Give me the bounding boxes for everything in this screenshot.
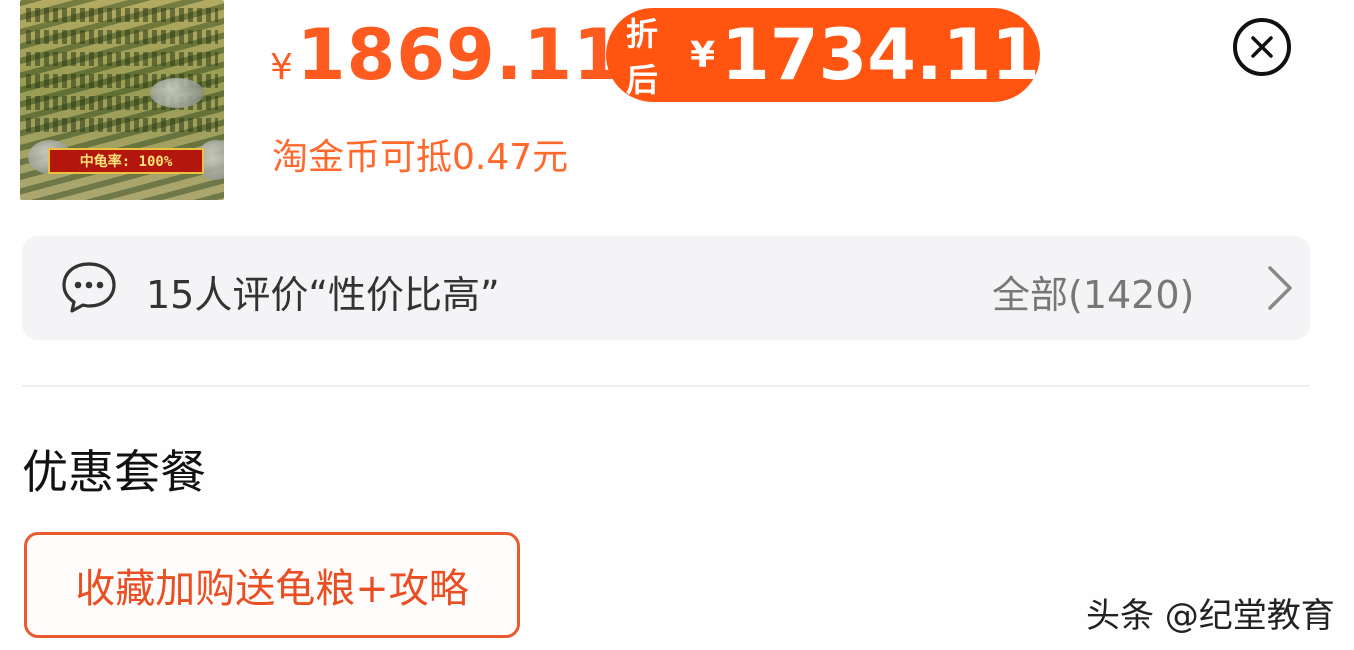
discount-price-value: 1734.11: [721, 14, 1040, 96]
close-button[interactable]: [1233, 18, 1291, 76]
discount-price-pill: 折后 ¥ 1734.11: [606, 8, 1040, 102]
thumbnail-text-line: [26, 52, 218, 66]
review-summary-text: 15人评价“性价比高”: [146, 273, 500, 317]
watermark: 头条 @纪堂教育: [1086, 596, 1335, 636]
thumbnail-text-line: [26, 118, 218, 132]
all-reviews-link[interactable]: 全部(1420): [992, 264, 1194, 319]
combo-option-button[interactable]: 收藏加购送龟粮+攻略: [24, 532, 520, 638]
chat-bubble-icon: [62, 262, 116, 313]
section-title: 优惠套餐: [22, 445, 206, 499]
thumbnail-badge: 中龟率: 100%: [48, 148, 204, 174]
thumbnail-text-line: [26, 8, 218, 22]
currency-symbol: ¥: [690, 34, 716, 76]
currency-symbol: ¥: [270, 47, 293, 88]
product-detail-sheet: 中龟率: 100% ¥ 1869.11 折后 ¥ 1734.11 淘金币可抵0.…: [0, 0, 1354, 650]
discount-tag: 折后: [626, 15, 659, 99]
section-divider: [22, 385, 1310, 387]
original-price: ¥ 1869.11: [270, 14, 623, 104]
product-thumbnail[interactable]: 中龟率: 100%: [20, 0, 224, 200]
original-price-value: 1869.11: [296, 14, 623, 96]
thumbnail-text-line: [26, 30, 218, 44]
chevron-right-icon[interactable]: [1262, 262, 1298, 314]
coin-deduction-note: 淘金币可抵0.47元: [272, 137, 569, 178]
thumbnail-turtle-image: [150, 78, 204, 108]
close-circle-icon: [1251, 36, 1273, 58]
review-summary-bar[interactable]: 15人评价“性价比高” 全部(1420): [22, 236, 1310, 340]
